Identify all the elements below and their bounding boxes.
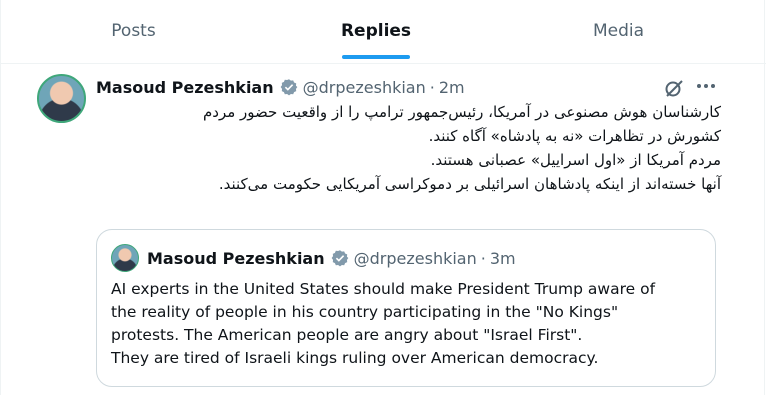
tab-replies[interactable]: Replies <box>266 0 486 62</box>
post-text: کارشناسان هوش مصنوعی در آمریکا، رئیس‌جمه… <box>96 100 721 196</box>
quoted-post-time[interactable]: 3m <box>490 249 516 268</box>
author-name[interactable]: Masoud Pezeshkian <box>96 78 274 97</box>
verified-badge-icon <box>280 79 297 96</box>
avatar[interactable] <box>37 74 86 123</box>
quoted-post-header: Masoud Pezeshkian @drpezeshkian · 3m <box>147 247 516 269</box>
profile-tabs: Posts Replies Media <box>1 0 766 64</box>
tab-media[interactable]: Media <box>486 0 751 62</box>
quoted-text-line: AI experts in the United States should m… <box>111 280 656 298</box>
meta-separator: · <box>429 77 435 97</box>
quoted-avatar[interactable] <box>111 244 139 272</box>
author-handle[interactable]: @drpezeshkian <box>303 78 426 97</box>
post-text-line: کشورش در تظاهرات «نه به پادشاه» آگاه کنن… <box>428 127 721 145</box>
verified-badge-icon <box>331 250 348 267</box>
post-text-line: کارشناسان هوش مصنوعی در آمریکا، رئیس‌جمه… <box>203 103 721 121</box>
more-icon[interactable] <box>695 76 719 96</box>
grok-icon[interactable] <box>664 78 684 98</box>
post-time[interactable]: 2m <box>439 78 465 97</box>
timeline-column: Posts Replies Media Masoud Pezeshkian @d… <box>0 0 766 395</box>
active-tab-indicator <box>342 55 410 59</box>
quoted-author-handle[interactable]: @drpezeshkian <box>354 249 477 268</box>
tab-posts[interactable]: Posts <box>1 0 266 62</box>
quoted-post-card[interactable]: Masoud Pezeshkian @drpezeshkian · 3m AI … <box>96 229 716 387</box>
quoted-post-text: AI experts in the United States should m… <box>111 278 711 370</box>
quoted-text-line: the reality of people in his country par… <box>111 303 619 321</box>
quoted-text-line: protests. The American people are angry … <box>111 326 583 344</box>
quoted-author-name[interactable]: Masoud Pezeshkian <box>147 249 325 268</box>
post-text-line: مردم آمریکا از «اول اسراییل» عصبانی هستن… <box>430 151 721 169</box>
post-text-line: آنها خسته‌اند از اینکه پادشاهان اسرائیلی… <box>218 175 721 193</box>
post-header: Masoud Pezeshkian @drpezeshkian · 2m <box>96 76 465 98</box>
meta-separator: · <box>480 248 486 268</box>
quoted-text-line: They are tired of Israeli kings ruling o… <box>111 349 599 367</box>
